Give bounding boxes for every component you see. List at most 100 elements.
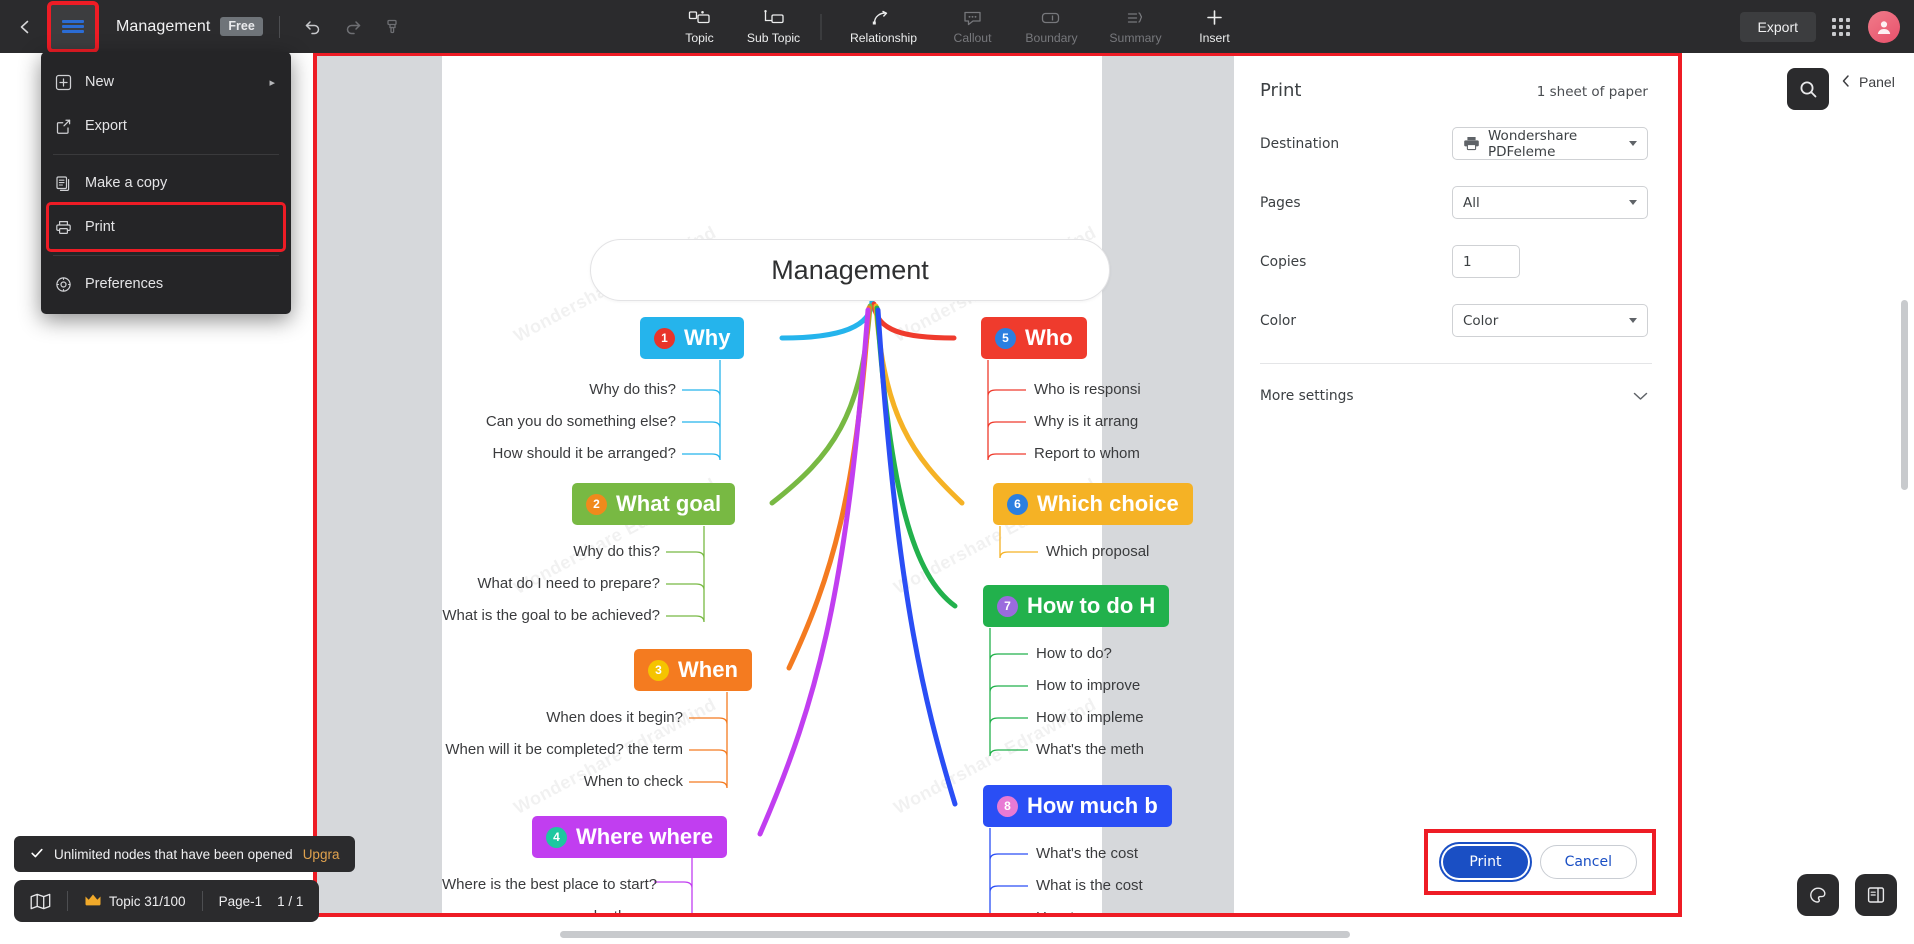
print-dialog-actions: Print Cancel (1424, 829, 1656, 895)
printer-icon (1463, 136, 1480, 151)
destination-value: Wondershare PDFeleme (1488, 127, 1578, 160)
new-icon (55, 74, 85, 91)
destination-row: Destination Wondershare PDFeleme (1234, 127, 1678, 160)
divider (820, 13, 822, 40)
file-menu-dropdown: New ▸ Export Make a copy Print Preferenc… (41, 52, 291, 314)
notification-toast: Unlimited nodes that have been opened Up… (14, 836, 356, 872)
undo-icon[interactable] (296, 10, 330, 44)
upgrade-link[interactable]: Upgra (303, 847, 340, 862)
cancel-button[interactable]: Cancel (1539, 845, 1637, 879)
plan-badge: Free (220, 17, 263, 36)
menu-item-new[interactable]: New ▸ (41, 60, 291, 104)
panel-label: Panel (1859, 74, 1895, 90)
menu-divider (53, 255, 279, 256)
more-settings-label: More settings (1260, 387, 1354, 404)
avatar[interactable] (1868, 10, 1900, 43)
search-icon (1800, 81, 1816, 97)
tool-topic[interactable]: Topic (663, 2, 737, 52)
divider (201, 891, 203, 911)
document-title: Management (116, 17, 211, 35)
menu-item-label: Preferences (85, 276, 164, 292)
horizontal-scrollbar[interactable] (560, 931, 1350, 938)
chevron-down-icon (1629, 318, 1637, 323)
more-settings-toggle[interactable]: More settings (1234, 386, 1678, 405)
menu-item-label: Print (85, 219, 115, 235)
subtopic-icon (763, 8, 785, 27)
menu-item-export[interactable]: Export (41, 104, 291, 148)
divider (278, 15, 280, 38)
menu-item-make-a-copy[interactable]: Make a copy (41, 161, 291, 205)
center-tool-group: Topic Sub Topic Relationship Callout Bou… (663, 0, 1252, 53)
menu-item-label: New (85, 74, 115, 90)
tool-relationship[interactable]: Relationship (832, 2, 936, 52)
menu-divider (53, 154, 279, 155)
menu-item-label: Export (85, 118, 127, 134)
print-dialog: Print 1 sheet of paper Destination Wonde… (1234, 56, 1678, 913)
menu-item-print[interactable]: Print (46, 202, 286, 252)
tool-summary[interactable]: Summary (1094, 2, 1178, 52)
tool-label: Summary (1109, 31, 1162, 45)
pages-label: Pages (1260, 194, 1301, 211)
tool-insert[interactable]: Insert (1178, 2, 1252, 52)
boundary-icon (1041, 8, 1063, 27)
export-icon (55, 118, 85, 135)
callout-icon (963, 8, 983, 27)
menu-item-preferences[interactable]: Preferences (41, 262, 291, 306)
copies-input[interactable]: 1 (1452, 245, 1520, 278)
destination-label: Destination (1260, 135, 1340, 152)
search-button[interactable] (1787, 68, 1829, 110)
format-painter-icon[interactable] (376, 10, 410, 44)
color-row: Color Color (1234, 304, 1678, 337)
copies-label: Copies (1260, 253, 1307, 270)
tool-sub-topic[interactable]: Sub Topic (737, 2, 811, 52)
color-value: Color (1463, 312, 1499, 329)
tool-label: Insert (1199, 31, 1230, 45)
copies-field-wrap: 1 (1452, 245, 1648, 278)
pages-row: Pages All (1234, 186, 1678, 219)
hamburger-bar (62, 30, 84, 33)
tool-label: Topic (685, 31, 714, 45)
theme-button[interactable] (1797, 874, 1839, 916)
topbar-right-group: Export (1739, 0, 1914, 53)
tool-boundary[interactable]: Boundary (1010, 2, 1094, 52)
menu-item-label: Make a copy (85, 175, 168, 191)
panel-toggle[interactable]: Panel (1840, 62, 1914, 102)
theme-icon (1810, 887, 1826, 903)
vertical-scrollbar[interactable] (1901, 300, 1908, 490)
chevron-left-icon (1840, 74, 1852, 91)
export-button[interactable]: Export (1739, 11, 1816, 42)
tool-label: Relationship (849, 31, 918, 45)
crown-icon (84, 893, 102, 910)
chevron-right-icon: ▸ (269, 76, 275, 89)
copies-value: 1 (1463, 253, 1472, 270)
copy-icon (55, 175, 85, 192)
page-label: Page-1 (218, 893, 263, 909)
summary-icon (1126, 8, 1146, 27)
page-count: 1 / 1 (277, 893, 304, 909)
preferences-gear-icon (55, 276, 85, 293)
redo-icon[interactable] (336, 10, 370, 44)
topic-count-item[interactable]: Topic 31/100 (84, 893, 186, 910)
divider (67, 891, 68, 911)
pages-select[interactable]: All (1452, 186, 1648, 219)
tool-callout[interactable]: Callout (936, 2, 1010, 52)
print-button[interactable]: Print (1443, 846, 1528, 878)
layers-button[interactable] (1855, 874, 1897, 916)
hamburger-bar (62, 20, 84, 23)
grid-apps-icon[interactable] (1832, 17, 1850, 36)
tool-label: Boundary (1025, 31, 1078, 45)
panel-divider (1260, 363, 1652, 364)
check-icon (30, 846, 44, 863)
back-button[interactable] (6, 8, 44, 46)
map-outline-icon[interactable] (30, 893, 51, 910)
status-bar: Topic 31/100 Page-1 1 / 1 (14, 880, 320, 922)
print-dialog-header: Print 1 sheet of paper (1234, 56, 1678, 101)
printer-icon (55, 219, 85, 236)
hamburger-menu-button[interactable] (47, 0, 99, 53)
color-select[interactable]: Color (1452, 304, 1648, 337)
chevron-down-icon (1629, 200, 1637, 205)
pages-value: All (1463, 194, 1480, 211)
page-indicator[interactable]: Page-1 1 / 1 (219, 894, 304, 909)
destination-select[interactable]: Wondershare PDFeleme (1452, 127, 1648, 160)
sheet-count-label: 1 sheet of paper (1536, 84, 1648, 100)
